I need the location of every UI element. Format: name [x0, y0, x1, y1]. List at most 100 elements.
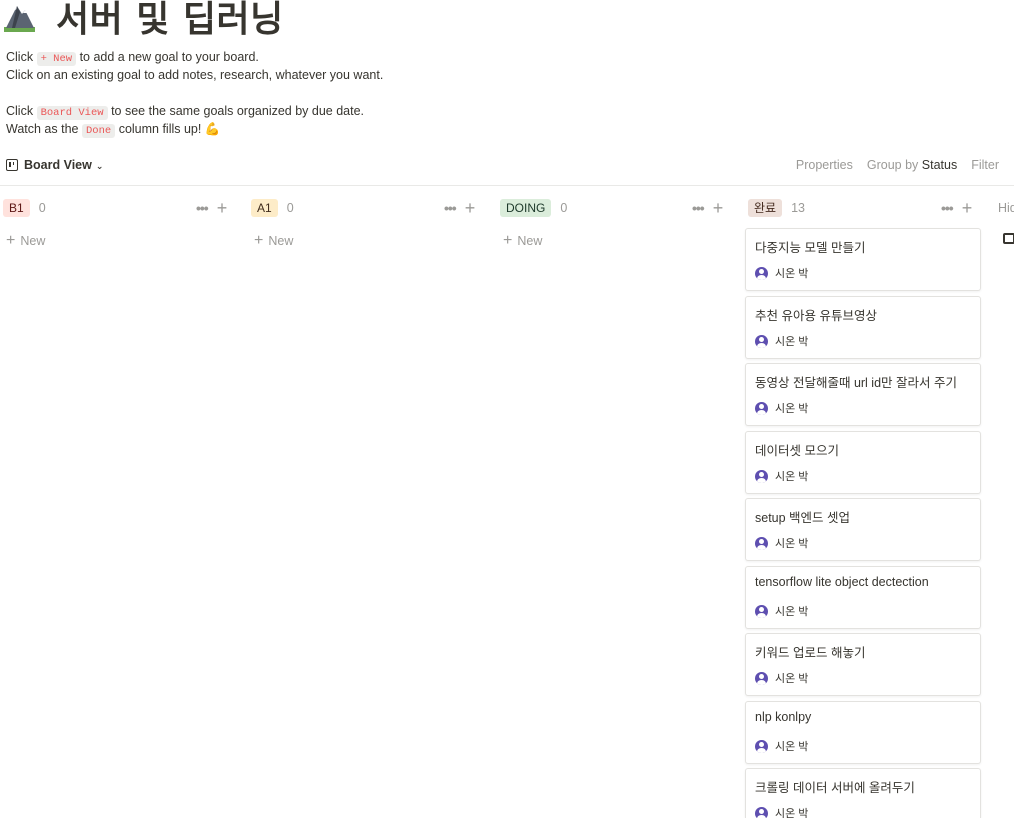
card-assignee: 시온 박	[755, 670, 808, 686]
column-tools: ••• +	[444, 199, 475, 217]
card-title: 다중지능 모델 만들기	[755, 241, 866, 255]
card-assignee: 시온 박	[755, 805, 808, 818]
description-text: Click	[6, 104, 34, 118]
hidden-columns-label[interactable]: Hid	[998, 201, 1014, 215]
person-name: 시온 박	[775, 403, 809, 415]
avatar	[755, 401, 768, 415]
inline-code: Board View	[36, 106, 108, 120]
avatar	[755, 739, 768, 753]
new-card-button[interactable]: + New	[6, 232, 46, 249]
description-line: Click Board View to see the same goals o…	[6, 102, 364, 122]
inbox-icon[interactable]	[1003, 233, 1014, 244]
view-actions: Properties Group by Status Filter	[782, 158, 999, 172]
card-title: setup 백엔드 셋업	[755, 511, 851, 525]
description-text: to see the same goals organized by due d…	[111, 104, 365, 118]
more-options-icon[interactable]: •••	[941, 200, 954, 216]
new-card-button[interactable]: + New	[503, 233, 543, 249]
description-text: to add a new goal to your board.	[79, 50, 259, 64]
new-card-button[interactable]: + New	[254, 232, 293, 249]
add-card-icon[interactable]: +	[465, 199, 476, 217]
view-name: Board View	[24, 158, 92, 172]
board-card[interactable]: nlp konlpy 시온 박	[745, 701, 981, 764]
board-card[interactable]: 동영상 전달해줄때 url id만 잘라서 주기 시온 박	[745, 363, 981, 426]
avatar	[755, 604, 768, 618]
description-line: Click on an existing goal to add notes, …	[6, 66, 383, 84]
card-title: nlp konlpy	[755, 710, 812, 724]
person-name: 시온 박	[775, 808, 809, 818]
card-title: tensorflow lite object dectection	[755, 575, 929, 589]
column-header-done[interactable]: 완료 13	[748, 199, 805, 217]
column-count: 0	[38, 201, 46, 215]
board-card[interactable]: 다중지능 모델 만들기 시온 박	[745, 228, 981, 291]
board-card[interactable]: 키워드 업로드 해놓기 시온 박	[745, 633, 981, 696]
avatar	[755, 469, 768, 483]
status-tag: DOING	[500, 199, 552, 217]
avatar	[755, 806, 768, 818]
properties-button[interactable]: Properties	[796, 158, 853, 172]
card-assignee: 시온 박	[755, 738, 808, 754]
plus-icon: +	[254, 232, 264, 249]
chevron-down-icon: ⌄	[95, 160, 104, 171]
avatar	[755, 266, 768, 280]
more-options-icon[interactable]: •••	[196, 200, 209, 216]
board-icon	[6, 159, 18, 171]
card-assignee: 시온 박	[755, 603, 808, 619]
inline-code: + New	[36, 52, 77, 66]
person-name: 시온 박	[775, 741, 809, 753]
card-assignee: 시온 박	[755, 535, 808, 551]
more-options-icon[interactable]: •••	[692, 200, 705, 216]
column-count: 0	[286, 201, 294, 215]
person-name: 시온 박	[775, 673, 809, 685]
status-tag: 완료	[748, 199, 783, 217]
add-card-icon[interactable]: +	[217, 199, 228, 217]
more-options-icon[interactable]: •••	[444, 200, 457, 216]
group-by-value: Status	[921, 158, 958, 172]
status-tag: A1	[251, 199, 278, 217]
column-tools: ••• +	[196, 199, 227, 217]
board-card[interactable]: 추천 유아용 유튜브영상 시온 박	[745, 296, 981, 359]
board-card[interactable]: 데이터셋 모으기 시온 박	[745, 431, 981, 494]
column-count: 0	[560, 201, 568, 215]
card-title: 크롤링 데이터 서버에 올려두기	[755, 781, 915, 795]
card-title: 데이터셋 모으기	[755, 444, 839, 458]
column-tools: ••• +	[941, 199, 972, 217]
group-by-button[interactable]: Group by Status	[867, 158, 957, 172]
description-text: Click	[6, 50, 34, 64]
person-name: 시온 박	[775, 471, 809, 483]
page-title[interactable]: 서버 및 딥러닝	[56, 0, 284, 42]
person-name: 시온 박	[775, 538, 809, 550]
board-card[interactable]: tensorflow lite object dectection 시온 박	[745, 566, 981, 629]
card-assignee: 시온 박	[755, 468, 808, 484]
view-toolbar: Board View ⌄ Properties Group by Status …	[0, 156, 1014, 186]
card-title: 추천 유아용 유튜브영상	[755, 309, 877, 323]
board-card[interactable]: setup 백엔드 셋업 시온 박	[745, 498, 981, 561]
avatar	[755, 671, 768, 685]
plus-icon: +	[6, 232, 16, 249]
card-assignee: 시온 박	[755, 333, 808, 349]
card-title: 키워드 업로드 해놓기	[755, 646, 866, 660]
page-header: 서버 및 딥러닝	[3, 0, 284, 40]
mountain-icon[interactable]	[3, 0, 36, 33]
column-header-doing[interactable]: DOING 0	[500, 199, 567, 217]
description-line: Click + New to add a new goal to your bo…	[6, 48, 259, 68]
person-name: 시온 박	[775, 336, 809, 348]
filter-button[interactable]: Filter	[971, 158, 999, 172]
add-card-icon[interactable]: +	[713, 199, 724, 217]
avatar	[755, 536, 768, 550]
column-header-b1[interactable]: B1 0	[3, 199, 46, 217]
person-name: 시온 박	[775, 268, 809, 280]
description-line: Watch as the Done column fills up! 💪	[6, 120, 220, 140]
column-header-a1[interactable]: A1 0	[251, 199, 294, 217]
new-label: New	[20, 234, 46, 248]
person-name: 시온 박	[775, 606, 809, 618]
avatar	[755, 334, 768, 348]
board-card[interactable]: 크롤링 데이터 서버에 올려두기 시온 박	[745, 768, 981, 818]
column-tools: ••• +	[692, 199, 723, 217]
description-text: Watch as the	[6, 122, 79, 136]
view-selector[interactable]: Board View ⌄	[6, 158, 103, 172]
column-count: 13	[791, 201, 805, 215]
new-label: New	[517, 234, 543, 248]
add-card-icon[interactable]: +	[962, 199, 973, 217]
card-assignee: 시온 박	[755, 400, 808, 416]
card-title: 동영상 전달해줄때 url id만 잘라서 주기	[755, 376, 957, 390]
